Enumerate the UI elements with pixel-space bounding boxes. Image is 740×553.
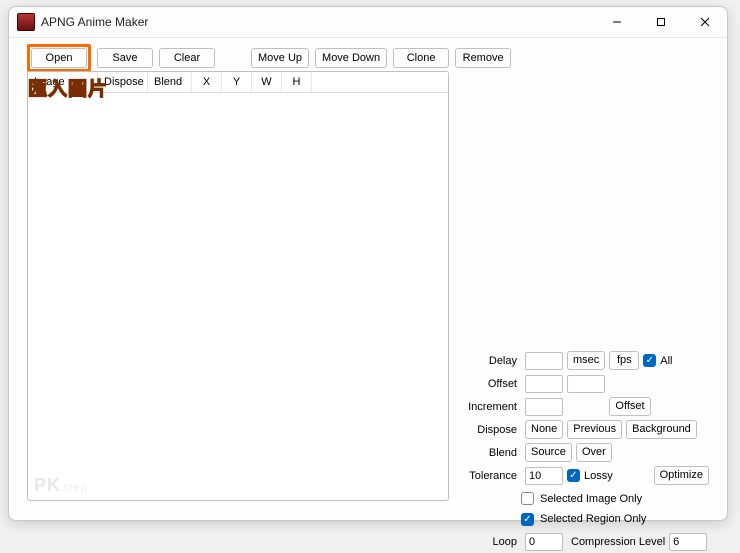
msec-button[interactable]: msec	[567, 351, 605, 370]
col-dispose[interactable]: Dispose	[98, 72, 148, 92]
selected-region-only-checkbox[interactable]: ✓	[521, 513, 534, 526]
blend-label: Blend	[463, 447, 521, 459]
open-button[interactable]: Open	[31, 48, 87, 68]
col-image[interactable]: Image	[28, 72, 98, 92]
loop-label: Loop	[463, 536, 521, 548]
settings-panel: Delay msec fps ✓ All Offset Increment Of…	[463, 349, 709, 553]
blend-over-button[interactable]: Over	[576, 443, 612, 462]
col-blend[interactable]: Blend	[148, 72, 192, 92]
minimize-icon	[612, 17, 622, 27]
save-button[interactable]: Save	[97, 48, 153, 68]
tolerance-input[interactable]	[525, 467, 563, 485]
clear-button[interactable]: Clear	[159, 48, 215, 68]
move-up-button[interactable]: Move Up	[251, 48, 309, 68]
all-label: All	[660, 355, 672, 367]
watermark-sub: step	[63, 482, 88, 494]
col-h[interactable]: H	[282, 72, 312, 92]
content-area: Image Dispose Blend X Y W H 匯入圖片 PKstep …	[27, 71, 709, 502]
col-x[interactable]: X	[192, 72, 222, 92]
app-window: APNG Anime Maker Open Save Clear Move Up…	[8, 6, 728, 521]
clone-button[interactable]: Clone	[393, 48, 449, 68]
fps-button[interactable]: fps	[609, 351, 639, 370]
close-button[interactable]	[683, 7, 727, 37]
titlebar: APNG Anime Maker	[9, 7, 727, 38]
delay-label: Delay	[463, 355, 521, 367]
offset-x-input[interactable]	[525, 375, 563, 393]
selected-image-only-label: Selected Image Only	[540, 493, 642, 505]
lossy-label: Lossy	[584, 470, 613, 482]
offset-button[interactable]: Offset	[609, 397, 651, 416]
delay-input[interactable]	[525, 352, 563, 370]
dispose-label: Dispose	[463, 424, 521, 436]
move-down-button[interactable]: Move Down	[315, 48, 387, 68]
optimize-button[interactable]: Optimize	[654, 466, 709, 485]
dispose-none-button[interactable]: None	[525, 420, 563, 439]
minimize-button[interactable]	[595, 7, 639, 37]
maximize-button[interactable]	[639, 7, 683, 37]
frame-list-panel[interactable]: Image Dispose Blend X Y W H 匯入圖片 PKstep	[27, 71, 449, 501]
col-w[interactable]: W	[252, 72, 282, 92]
maximize-icon	[656, 17, 666, 27]
selected-region-only-label: Selected Region Only	[540, 513, 646, 525]
selected-image-only-checkbox[interactable]	[521, 492, 534, 505]
lossy-checkbox[interactable]: ✓	[567, 469, 580, 482]
compression-label: Compression Level	[571, 536, 665, 548]
all-checkbox[interactable]: ✓	[643, 354, 656, 367]
remove-button[interactable]: Remove	[455, 48, 511, 68]
offset-label: Offset	[463, 378, 521, 390]
frame-list-header: Image Dispose Blend X Y W H	[28, 72, 448, 93]
compression-input[interactable]	[669, 533, 707, 551]
increment-input[interactable]	[525, 398, 563, 416]
watermark: PKstep	[34, 475, 88, 496]
col-y[interactable]: Y	[222, 72, 252, 92]
loop-input[interactable]	[525, 533, 563, 551]
dispose-previous-button[interactable]: Previous	[567, 420, 622, 439]
window-controls	[595, 7, 727, 37]
tolerance-label: Tolerance	[463, 470, 521, 482]
watermark-main: PK	[34, 475, 61, 495]
offset-y-input[interactable]	[567, 375, 605, 393]
close-icon	[700, 17, 710, 27]
dispose-background-button[interactable]: Background	[626, 420, 697, 439]
open-highlight: Open	[27, 44, 91, 72]
blend-source-button[interactable]: Source	[525, 443, 572, 462]
window-title: APNG Anime Maker	[41, 15, 595, 29]
app-icon	[17, 13, 35, 31]
increment-label: Increment	[463, 401, 521, 413]
